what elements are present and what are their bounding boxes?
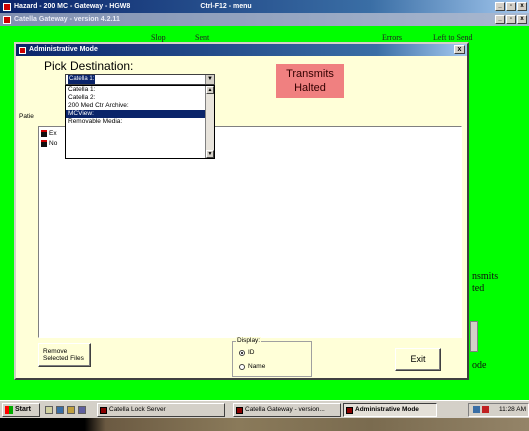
sub-minimize-icon[interactable]: _ — [495, 15, 505, 24]
radio-selected-icon — [239, 349, 245, 356]
pick-destination-label: Pick Destination: — [44, 59, 134, 73]
desktop-wallpaper-strip — [0, 418, 529, 431]
browser-icon[interactable] — [56, 405, 64, 414]
exit-button[interactable]: Exit — [395, 348, 441, 371]
sub-close-icon[interactable]: x — [517, 15, 527, 24]
minimize-icon[interactable]: _ — [495, 2, 505, 11]
bg-text-transmits: nsmits — [472, 271, 499, 282]
folder-icon — [41, 140, 47, 147]
patient-label: Patie — [19, 113, 34, 120]
tray-app-icon[interactable] — [482, 406, 489, 413]
header-errors: Errors — [382, 33, 402, 42]
display-id-label: ID — [248, 349, 255, 356]
task-administrative-mode[interactable]: Administrative Mode — [343, 403, 437, 417]
list-item-label: Ex — [49, 130, 57, 137]
dropdown-option[interactable]: 200 Med Ctr Archive: — [66, 102, 214, 110]
screen: Hazard - 200 MC - Gateway - HGW8 Ctrl-F1… — [0, 0, 529, 431]
dialog-close-button[interactable]: x — [454, 45, 465, 54]
dialog-icon — [19, 46, 26, 54]
restore-icon[interactable]: ▫ — [506, 2, 516, 11]
dropdown-option[interactable]: Catella 2: — [66, 94, 214, 102]
administrative-mode-dialog: Administrative Mode x Pick Destination: … — [14, 42, 469, 380]
list-item-label: No — [49, 140, 58, 147]
transmits-halted-status: Transmits Halted — [276, 64, 344, 98]
list-item[interactable]: No — [41, 139, 57, 148]
task-label: Administrative Mode — [355, 406, 419, 413]
menu-hint: Ctrl-F12 - menu — [200, 3, 252, 10]
gateway-title: Catella Gateway - version 4.2.11 — [14, 16, 120, 23]
header-slop: Slop — [151, 33, 166, 42]
task-label: Catella Lock Server — [109, 406, 166, 413]
explorer-icon[interactable] — [67, 405, 75, 414]
sub-titlebar: Catella Gateway - version 4.2.11 _ ▫ x — [0, 13, 529, 26]
header-left-to-send: Left to Send — [433, 33, 473, 42]
network-icon[interactable] — [473, 406, 480, 413]
remove-button-line-2: Selected Files — [43, 355, 84, 362]
destination-combobox[interactable]: Catella 1: ▼ — [65, 74, 215, 85]
list-item[interactable]: Ex — [41, 129, 57, 138]
display-name-label: Name — [248, 363, 266, 370]
bg-text-mode: ode — [472, 360, 487, 371]
dialog-title: Administrative Mode — [29, 46, 98, 53]
dialog-body: Pick Destination: Transmits Halted Catel… — [16, 56, 467, 378]
task-app-icon — [236, 406, 243, 414]
dropdown-option-selected[interactable]: MCView: — [66, 110, 205, 118]
app-titlebar: Hazard - 200 MC - Gateway - HGW8 Ctrl-F1… — [0, 0, 529, 13]
gateway-icon — [3, 15, 11, 24]
remove-selected-files-button[interactable]: Remove Selected Files — [38, 343, 91, 367]
scroll-up-icon[interactable]: ▲ — [206, 86, 214, 94]
display-id-radio[interactable]: ID — [239, 349, 255, 356]
app-title: Hazard - 200 MC - Gateway - HGW8 — [14, 3, 131, 10]
close-icon[interactable]: x — [517, 2, 527, 11]
start-label: Start — [15, 406, 31, 413]
folder-icon — [41, 130, 47, 137]
bg-text-halted: ted — [472, 283, 485, 294]
chevron-down-icon[interactable]: ▼ — [205, 75, 214, 84]
status-line-1: Transmits — [286, 68, 334, 80]
remove-button-line-1: Remove — [43, 348, 68, 355]
destination-dropdown-list: Catella 1: Catella 2: 200 Med Ctr Archiv… — [65, 85, 215, 159]
task-catella-lock-server[interactable]: Catella Lock Server — [97, 403, 225, 417]
sub-restore-icon[interactable]: ▫ — [506, 15, 516, 24]
header-sent: Sent — [195, 33, 210, 42]
desktop-icon[interactable] — [45, 405, 53, 414]
start-button[interactable]: Start — [2, 402, 40, 417]
display-groupbox: Display: ID Name — [232, 337, 312, 377]
status-line-2: Halted — [294, 82, 326, 94]
task-app-icon — [100, 406, 107, 414]
task-label: Catella Gateway - version... — [245, 406, 325, 413]
dialog-titlebar: Administrative Mode x — [16, 44, 467, 56]
dropdown-option[interactable]: Removable Media: — [66, 118, 214, 126]
quick-launch — [45, 405, 86, 414]
task-app-icon — [346, 406, 353, 414]
app-icon — [3, 2, 11, 11]
windows-logo-icon — [5, 405, 13, 414]
bg-panel-edge — [470, 321, 478, 352]
clock[interactable]: 11:28 AM — [499, 406, 526, 413]
scroll-down-icon[interactable]: ▼ — [206, 150, 214, 158]
destination-combo-value: Catella 1: — [68, 75, 96, 84]
system-tray: 11:28 AM — [468, 403, 529, 417]
dropdown-scrollbar[interactable]: ▲ ▼ — [205, 86, 214, 158]
task-catella-gateway[interactable]: Catella Gateway - version... — [233, 403, 341, 417]
taskbar: Start Catella Lock Server Catella Gatewa… — [0, 400, 529, 418]
radio-unselected-icon — [239, 363, 245, 370]
dropdown-option[interactable]: Catella 1: — [66, 86, 214, 94]
display-group-label: Display: — [236, 337, 262, 344]
app-shortcut-icon[interactable] — [78, 405, 86, 414]
display-name-radio[interactable]: Name — [239, 363, 265, 370]
